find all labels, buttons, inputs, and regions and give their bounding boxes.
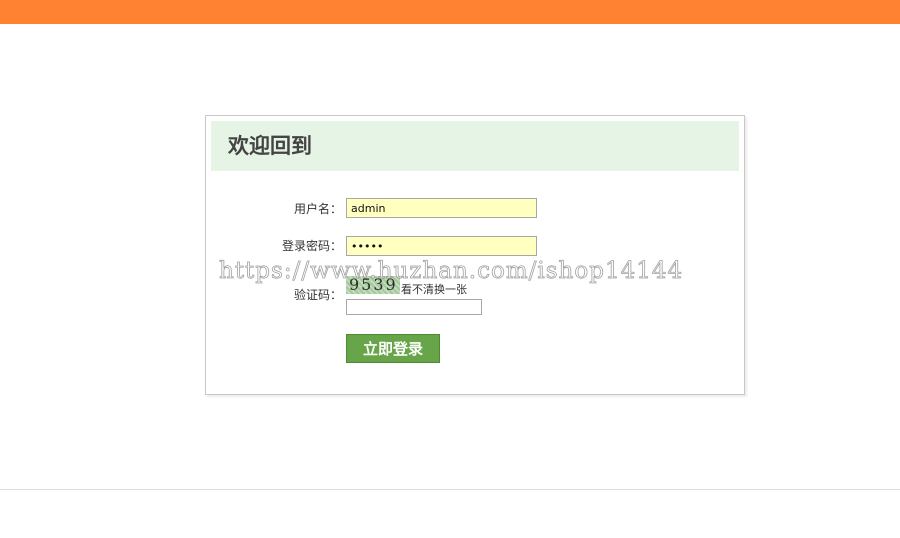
refresh-captcha-link[interactable]: 看不清换一张 <box>401 283 467 296</box>
login-panel: 欢迎回到 用户名： 登录密码： 验证码： 9539 看不清换一张 立即登录 <box>205 115 745 395</box>
captcha-digits: 9539 <box>349 276 398 294</box>
captcha-input[interactable] <box>346 299 482 315</box>
login-header: 欢迎回到 <box>211 121 739 171</box>
login-button[interactable]: 立即登录 <box>346 334 440 363</box>
bottom-divider <box>0 489 900 490</box>
login-title: 欢迎回到 <box>228 134 312 158</box>
top-bar <box>0 0 900 24</box>
password-label: 登录密码： <box>281 239 342 253</box>
captcha-label: 验证码： <box>293 288 342 302</box>
password-input[interactable] <box>346 236 537 256</box>
username-input[interactable] <box>346 198 537 218</box>
username-label: 用户名： <box>293 202 342 216</box>
captcha-image[interactable]: 9539 <box>346 276 400 294</box>
